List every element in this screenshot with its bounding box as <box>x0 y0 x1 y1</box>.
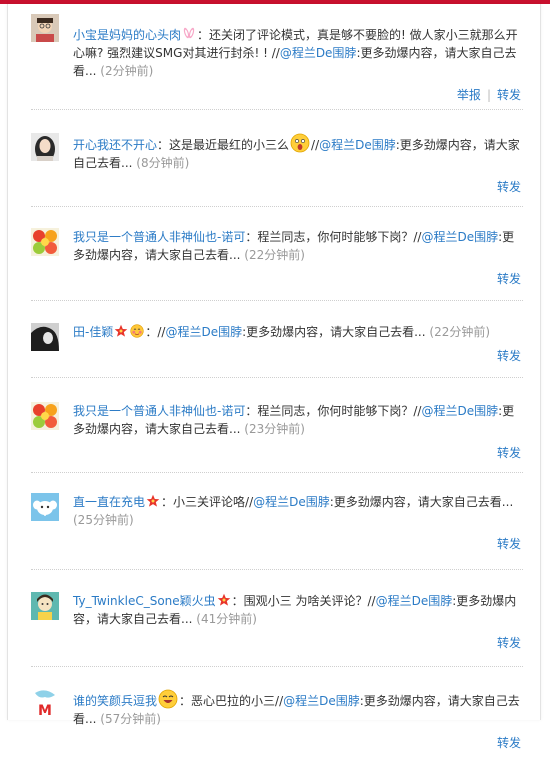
user-name-link[interactable]: 田-佳颖 <box>73 325 113 339</box>
mention-link[interactable]: @程兰De围脖 <box>421 404 498 418</box>
avatar[interactable] <box>31 402 59 430</box>
repost-text: 小三关评论咯 <box>173 495 246 509</box>
timestamp: (22分钟前) <box>244 248 305 262</box>
avatar[interactable] <box>31 14 59 42</box>
timestamp: (41分钟前) <box>196 612 257 626</box>
item-actions: 转发 <box>31 180 523 194</box>
repost-item: 我只是一个普通人非神仙也-诺可：程兰同志，你何时能够下岗？//@程兰De围脖:更… <box>31 378 523 473</box>
item-actions: 转发 <box>31 636 523 650</box>
repost-item: 我只是一个普通人非神仙也-诺可：程兰同志，你何时能够下岗？//@程兰De围脖:更… <box>31 207 523 301</box>
repost-item: 开心我还不开心：这是最近最红的小三么//@程兰De围脖:更多劲爆内容，请大家自己… <box>31 110 523 207</box>
repost-content: 田-佳颖 ：//@程兰De围脖:更多劲爆内容，请大家自己去看... (22分钟前) <box>73 324 491 339</box>
avatar[interactable] <box>31 323 59 351</box>
red-star-icon <box>217 593 231 607</box>
user-name-link[interactable]: 谁的笑颜兵逗我 <box>73 694 157 708</box>
repost-content: 小宝是妈妈的心头肉 ：还关闭了评论模式，真是够不要脸的! 做人家小三就那么开心嘛?… <box>73 27 518 78</box>
rabbit-ears-icon <box>182 27 196 41</box>
forward-link[interactable]: 转发 <box>497 537 521 551</box>
user-name-link[interactable]: 开心我还不开心 <box>73 138 157 152</box>
forward-link[interactable]: 转发 <box>497 180 521 194</box>
repost-content: 我只是一个普通人非神仙也-诺可：程兰同志，你何时能够下岗？//@程兰De围脖:更… <box>73 404 515 436</box>
mention-link[interactable]: @程兰De围脖 <box>376 594 453 608</box>
repost-text: 程兰同志，你何时能够下岗？ <box>257 230 414 244</box>
repost-feed: 小宝是妈妈的心头肉 ：还关闭了评论模式，真是够不要脸的! 做人家小三就那么开心嘛?… <box>31 14 523 759</box>
timestamp: (2分钟前) <box>100 64 154 78</box>
repost-item: M 谁的笑颜兵逗我 ：恶心巴拉的小三//@程兰De围脖:更多劲爆内容，请大家自己去… <box>31 667 523 759</box>
comment-panel: 小宝是妈妈的心头肉 ：还关闭了评论模式，真是够不要脸的! 做人家小三就那么开心嘛?… <box>7 4 541 750</box>
user-name-link[interactable]: 我只是一个普通人非神仙也-诺可 <box>73 230 245 244</box>
forward-link[interactable]: 转发 <box>497 446 521 460</box>
repost-item: 直一直在充电 ：小三关评论咯//@程兰De围脖:更多劲爆内容，请大家自己去看...… <box>31 473 523 570</box>
blush-face-emoji-icon <box>130 324 144 338</box>
repost-text: 恶心巴拉的小三 <box>191 694 276 708</box>
avatar[interactable] <box>31 592 59 620</box>
avatar[interactable]: M <box>31 689 59 717</box>
action-divider: | <box>486 88 491 102</box>
original-text: :更多劲爆内容，请大家自己去看... <box>242 325 426 339</box>
laugh-face-emoji-icon <box>158 689 178 709</box>
avatar[interactable] <box>31 133 59 161</box>
repost-content: 直一直在充电 ：小三关评论咯//@程兰De围脖:更多劲爆内容，请大家自己去看...… <box>73 494 514 527</box>
repost-item: 田-佳颖 ：//@程兰De围脖:更多劲爆内容，请大家自己去看... (22分钟前)… <box>31 301 523 378</box>
timestamp: (25分钟前) <box>73 513 134 527</box>
red-star-icon <box>114 324 128 338</box>
forward-link[interactable]: 转发 <box>497 272 521 286</box>
timestamp: (22分钟前) <box>429 325 491 339</box>
avatar[interactable] <box>31 493 59 521</box>
item-actions: 转发 <box>31 272 523 286</box>
mention-link[interactable]: @程兰De围脖 <box>421 230 498 244</box>
mention-link[interactable]: @程兰De围脖 <box>165 325 242 339</box>
item-actions: 转发 <box>31 736 523 750</box>
repost-text: 围观小三 为啥关评论？ <box>243 594 368 608</box>
item-actions: 转发 <box>31 537 523 551</box>
repost-content: 谁的笑颜兵逗我 ：恶心巴拉的小三//@程兰De围脖:更多劲爆内容，请大家自己去看.… <box>73 689 521 728</box>
mention-link[interactable]: @程兰De围脖 <box>253 495 330 509</box>
user-name-link[interactable]: 直一直在充电 <box>73 495 145 509</box>
repost-text: 程兰同志，你何时能够下岗？ <box>257 404 414 418</box>
timestamp: (57分钟前) <box>100 712 161 726</box>
repost-content: 开心我还不开心：这是最近最红的小三么//@程兰De围脖:更多劲爆内容，请大家自己… <box>73 133 521 172</box>
forward-link[interactable]: 转发 <box>497 736 521 750</box>
mention-link[interactable]: @程兰De围脖 <box>280 46 357 60</box>
user-name-link[interactable]: Ty_TwinkleC_Sone颖火虫 <box>73 594 216 608</box>
forward-link[interactable]: 转发 <box>497 636 521 650</box>
mention-link[interactable]: @程兰De围脖 <box>283 694 360 708</box>
item-actions: 转发 <box>31 446 523 460</box>
report-link[interactable]: 举报 <box>457 88 481 102</box>
forward-link[interactable]: 转发 <box>497 349 521 363</box>
forward-link[interactable]: 转发 <box>497 88 521 102</box>
original-text: :更多劲爆内容，请大家自己去看... <box>329 495 514 509</box>
item-actions: 转发 <box>31 349 523 363</box>
repost-item: 小宝是妈妈的心头肉 ：还关闭了评论模式，真是够不要脸的! 做人家小三就那么开心嘛?… <box>31 14 523 110</box>
repost-content: Ty_TwinkleC_Sone颖火虫 ：围观小三 为啥关评论？//@程兰De围脖… <box>73 593 517 626</box>
mention-link[interactable]: @程兰De围脖 <box>319 138 396 152</box>
item-actions: 举报 | 转发 <box>31 88 523 102</box>
user-name-link[interactable]: 小宝是妈妈的心头肉 <box>73 28 181 42</box>
shocked-face-emoji-icon <box>290 133 310 153</box>
repost-content: 我只是一个普通人非神仙也-诺可：程兰同志，你何时能够下岗？//@程兰De围脖:更… <box>73 230 515 262</box>
timestamp: (23分钟前) <box>244 422 305 436</box>
timestamp: (8分钟前) <box>136 156 190 170</box>
repost-text: 这是最近最红的小三么 <box>169 138 290 152</box>
repost-item: Ty_TwinkleC_Sone颖火虫 ：围观小三 为啥关评论？//@程兰De围脖… <box>31 570 523 667</box>
svg-text:M: M <box>38 703 52 717</box>
red-star-icon <box>146 494 160 508</box>
avatar[interactable] <box>31 228 59 256</box>
user-name-link[interactable]: 我只是一个普通人非神仙也-诺可 <box>73 404 245 418</box>
